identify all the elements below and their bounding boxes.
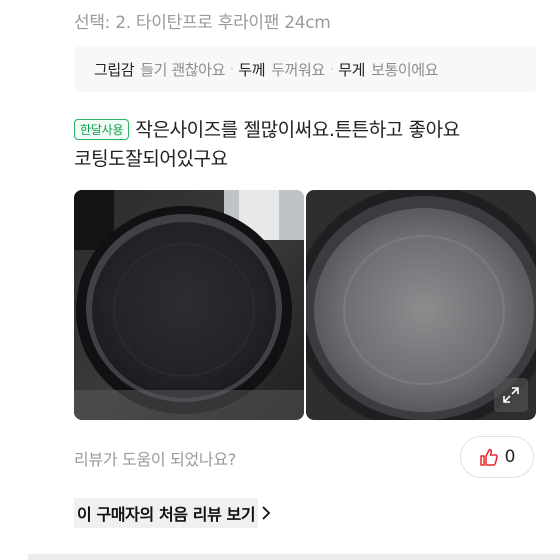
section-divider bbox=[28, 554, 560, 560]
pan-dark-photo bbox=[74, 190, 304, 420]
chevron-right-icon bbox=[262, 506, 271, 520]
review-line-2: 코팅도잘되어있구요 bbox=[74, 148, 228, 170]
attribute-separator: · bbox=[329, 62, 334, 76]
expand-arrows-icon bbox=[503, 387, 519, 403]
thumbs-up-icon bbox=[479, 448, 498, 466]
review-line-1: 작은사이즈를 젤많이써요.튼튼하고 좋아요 bbox=[135, 119, 460, 141]
review-photo-1[interactable] bbox=[74, 190, 304, 420]
attribute-thickness: 두께 두꺼워요 bbox=[238, 59, 325, 80]
review-attributes: 그립감 들기 괜찮아요 · 두께 두꺼워요 · 무게 보통이에요 bbox=[74, 46, 536, 92]
attribute-grip: 그립감 들기 괜찮아요 bbox=[94, 59, 225, 80]
attribute-key: 두께 bbox=[238, 60, 266, 79]
first-review-link[interactable]: 이 구매자의 처음 리뷰 보기 bbox=[74, 498, 271, 528]
attribute-weight: 무게 보통이에요 bbox=[338, 59, 438, 80]
attribute-value: 두꺼워요 bbox=[271, 60, 325, 79]
expand-photo-button[interactable] bbox=[494, 378, 528, 412]
usage-badge: 한달사용 bbox=[74, 119, 130, 140]
selected-option: 선택: 2. 타이탄프로 후라이팬 24cm bbox=[74, 13, 331, 33]
attribute-key: 그립감 bbox=[94, 60, 135, 79]
attribute-value: 보통이에요 bbox=[371, 60, 439, 79]
first-review-label: 이 구매자의 처음 리뷰 보기 bbox=[74, 498, 259, 528]
attribute-key: 무게 bbox=[338, 60, 366, 79]
attribute-separator: · bbox=[229, 62, 234, 76]
helpful-question: 리뷰가 도움이 되었나요? bbox=[74, 450, 236, 469]
helpful-like-button[interactable]: 0 bbox=[460, 436, 534, 478]
attribute-value: 들기 괜찮아요 bbox=[140, 60, 225, 79]
like-count: 0 bbox=[504, 447, 516, 467]
review-photo-2[interactable] bbox=[306, 190, 536, 420]
review-body: 한달사용 작은사이즈를 젤많이써요.튼튼하고 좋아요 코팅도잘되어있구요 bbox=[74, 116, 544, 174]
